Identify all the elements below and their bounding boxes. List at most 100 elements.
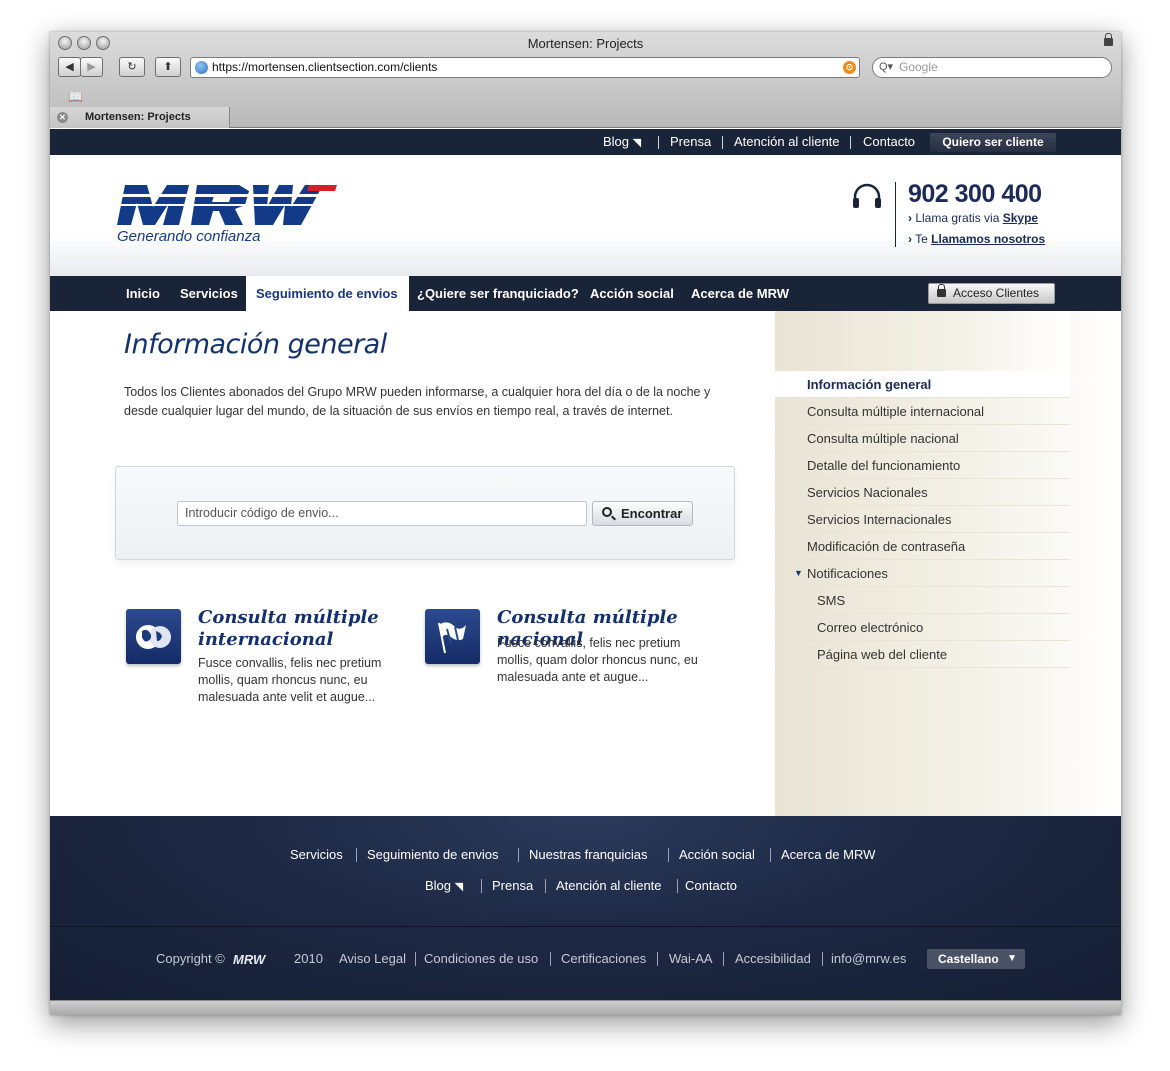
sidebar: Información general Consulta múltiple in… [775,311,1121,816]
sidebar-subitem-correo[interactable]: Correo electrónico [775,614,1070,641]
triangle-down-icon: ▼ [1007,953,1017,964]
intro-paragraph: Todos los Clientes abonados del Grupo MR… [124,385,711,418]
find-button[interactable]: Encontrar [592,501,693,526]
nav-item-acerca[interactable]: Acerca de MRW [681,276,799,311]
tagline: Generando confianza [117,228,261,245]
sidebar-item-servicios-nacionales[interactable]: Servicios Nacionales [775,479,1070,506]
footer-divider [50,926,1121,927]
tab-label: Mortensen: Projects [85,111,191,123]
divider [895,182,896,247]
mrw-logo[interactable] [117,185,337,225]
main-content: Información general Todos los Clientes a… [50,311,775,816]
footer-link-franquicias[interactable]: Nuestras franquicias [529,847,648,862]
mrw-footer-logo-text: MRW [233,953,267,965]
reload-button[interactable]: ↻ [119,57,145,77]
mrw-footer-logo: MRW [233,953,267,965]
skype-call-link[interactable]: › Llama gratis via Skype [908,211,1038,225]
bookmarks-icon[interactable]: 📖 [68,90,83,104]
divider [518,848,519,862]
footer-link-seguimiento[interactable]: Seguimiento de envios [367,847,499,862]
sidebar-item-consulta-internacional[interactable]: Consulta múltiple internacional [775,398,1070,425]
divider [356,848,357,862]
footer-link-accion-social[interactable]: Acción social [679,847,755,862]
nav-item-servicios[interactable]: Servicios [170,276,248,311]
sidebar-subitem-sms[interactable]: SMS [775,587,1070,614]
divider [723,952,724,966]
footer-link-atencion[interactable]: Atención al cliente [556,878,662,893]
copyright-year: 2010 [294,951,323,966]
page-title: Información general [124,329,387,360]
rss-icon[interactable]: ⊙ [843,61,856,74]
phone-number: 902 300 400 [908,180,1042,208]
sidebar-item-informacion-general[interactable]: Información general [775,371,1070,398]
sidebar-item-notificaciones[interactable]: ▼ Notificaciones [775,560,1070,587]
footer-link-contacto[interactable]: Contacto [685,878,737,893]
rss-icon: ◥ [632,137,642,149]
topbar-link-blog[interactable]: Blog ◥ [603,129,641,156]
topbar-link-prensa[interactable]: Prensa [670,129,711,155]
rss-icon: ◥ [454,881,464,893]
client-access-button[interactable]: Acceso Clientes [928,283,1055,304]
close-tab-icon[interactable]: ✕ [57,112,68,123]
callback-link[interactable]: › Te Llamamos nosotros [908,232,1045,246]
tracking-search-panel: Introducir código de envio... Encontrar [115,466,735,560]
divider [657,952,658,966]
footer-link-email[interactable]: info@mrw.es [831,951,906,966]
tracking-code-input[interactable]: Introducir código de envio... [177,501,587,526]
divider [668,848,669,862]
divider [658,136,659,149]
window-title: Mortensen: Projects [527,36,644,51]
google-search-input[interactable]: Q▾ Google [872,57,1112,78]
footer-link-acerca[interactable]: Acerca de MRW [781,847,875,862]
language-select[interactable]: Castellano ▼ [927,949,1025,969]
divider [481,879,482,893]
lock-icon [1104,33,1113,46]
divider [415,952,416,966]
search-icon [602,507,612,517]
footer-link-accesibilidad[interactable]: Accesibilidad [735,951,811,966]
become-client-button[interactable]: Quiero ser cliente [930,133,1056,152]
google-search-placeholder: Google [899,60,938,74]
site-header: Generando confianza 902 300 400 › Llama … [50,155,1121,276]
browser-status-bar [50,1000,1121,1015]
promo-title[interactable]: Consulta múltiple internacional [198,607,418,651]
browser-window: Mortensen: Projects ◀ ▶ ↻ ⬆ https://mort… [50,32,1121,1015]
promo-text: Fusce convallis, felis nec pretium molli… [198,656,382,704]
main-navigation: Inicio Servicios Seguimiento de envios ¿… [50,276,1121,311]
footer-link-aviso-legal[interactable]: Aviso Legal [339,951,406,966]
flag-icon[interactable] [425,609,480,664]
divider [770,848,771,862]
browser-chrome: Mortensen: Projects ◀ ▶ ↻ ⬆ https://mort… [50,32,1121,128]
divider [722,136,723,149]
sidebar-subitem-pagina-web[interactable]: Página web del cliente [775,641,1070,668]
triangle-down-icon: ▼ [794,568,803,578]
browser-tab[interactable]: ✕ Mortensen: Projects [50,107,230,128]
footer-link-prensa[interactable]: Prensa [492,878,533,893]
sidebar-item-consulta-nacional[interactable]: Consulta múltiple nacional [775,425,1070,452]
address-bar[interactable]: https://mortensen.clientsection.com/clie… [190,57,860,78]
footer-link-condiciones[interactable]: Condiciones de uso [424,951,538,966]
sidebar-item-contrasena[interactable]: Modificación de contraseña [775,533,1070,560]
forward-button[interactable]: ▶ [80,57,103,77]
chevron-right-icon: › [908,211,912,225]
divider [545,879,546,893]
globe-icon[interactable] [126,609,181,664]
topbar-link-contacto[interactable]: Contacto [863,129,915,155]
bookmark-add-button[interactable]: ⬆ [155,57,181,77]
search-icon: Q▾ [879,61,894,73]
footer-link-servicios[interactable]: Servicios [290,847,343,862]
topbar-link-atencion[interactable]: Atención al cliente [734,129,840,155]
sidebar-header-area [775,311,1070,371]
copyright-label: Copyright © [156,951,225,966]
footer-link-certificaciones[interactable]: Certificaciones [561,951,646,966]
sidebar-item-detalle[interactable]: Detalle del funcionamiento [775,452,1070,479]
nav-item-accion-social[interactable]: Acción social [580,276,684,311]
nav-item-franquiciado[interactable]: ¿Quiere ser franquiciado? [407,276,589,311]
back-button[interactable]: ◀ [58,57,81,77]
nav-item-inicio[interactable]: Inicio [116,276,170,311]
nav-item-seguimiento[interactable]: Seguimiento de envios [246,276,409,311]
sidebar-item-servicios-internacionales[interactable]: Servicios Internacionales [775,506,1070,533]
footer-link-wai-aa[interactable]: Wai-AA [669,951,713,966]
divider [550,952,551,966]
footer-link-blog[interactable]: Blog ◥ [425,878,463,893]
